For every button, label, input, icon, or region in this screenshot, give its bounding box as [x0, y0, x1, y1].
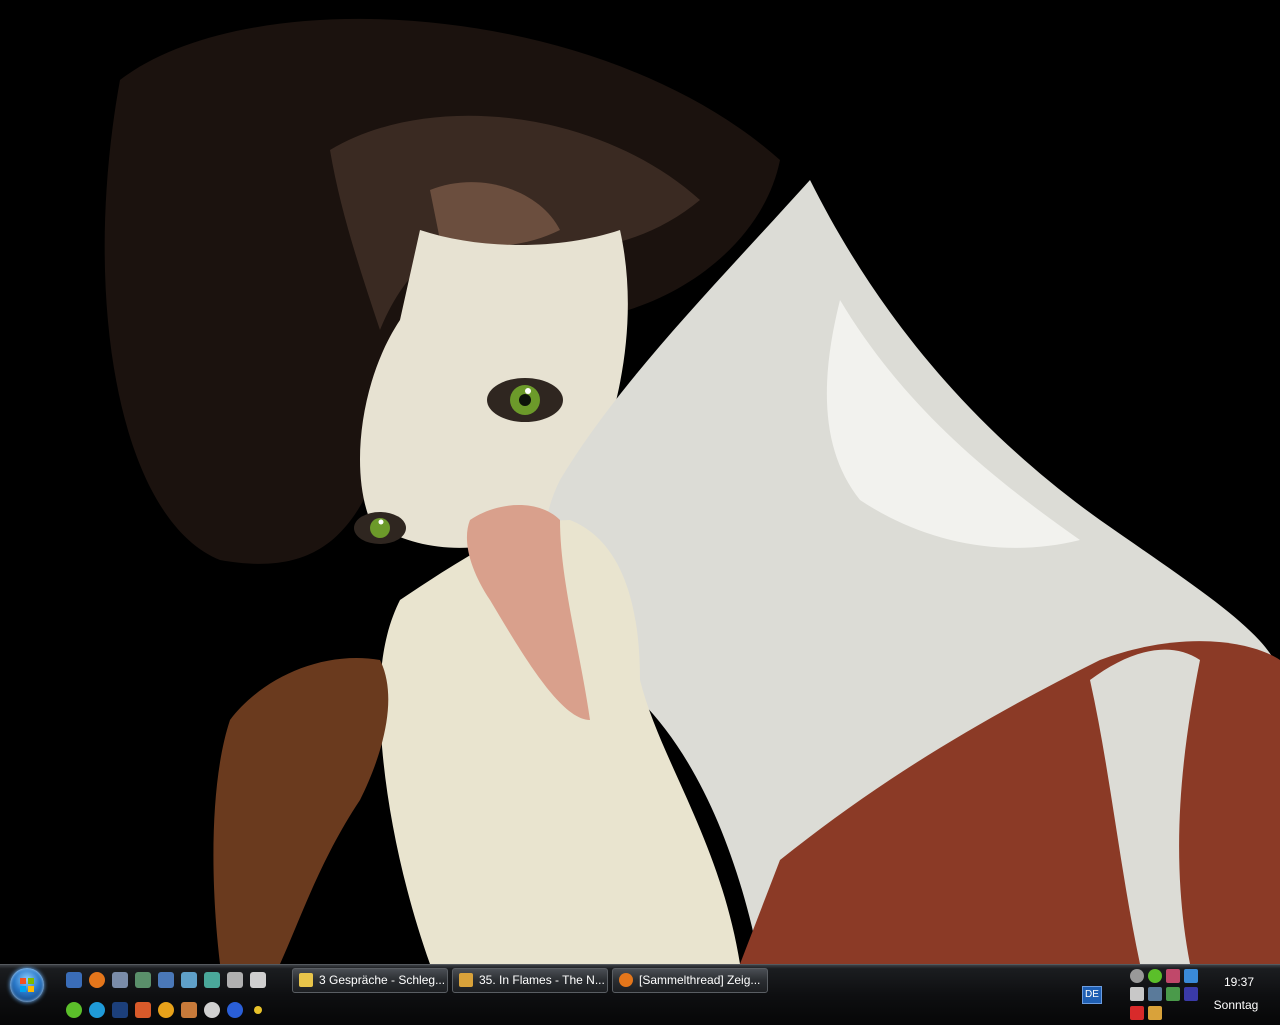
- paint-icon[interactable]: [135, 1002, 151, 1018]
- show-desktop-icon[interactable]: [66, 972, 82, 988]
- desktop-wallpaper: [0, 0, 1280, 964]
- task-label: 3 Gespräche - Schleg...: [319, 973, 446, 987]
- firefox-icon[interactable]: [89, 972, 105, 988]
- tray-security-icon[interactable]: [1166, 987, 1180, 1001]
- notepad-icon[interactable]: [135, 972, 151, 988]
- task-button-firefox[interactable]: [Sammelthread] Zeig...: [612, 968, 768, 993]
- wallpaper-illustration: [0, 0, 1280, 964]
- icq-icon[interactable]: [66, 1002, 82, 1018]
- steam-icon[interactable]: [227, 1002, 243, 1018]
- tray-display-icon[interactable]: [1148, 987, 1162, 1001]
- task-label: [Sammelthread] Zeig...: [639, 973, 761, 987]
- winamp-icon: [459, 973, 473, 987]
- tray-antivirus-icon[interactable]: [1130, 1006, 1144, 1020]
- thunderbird-icon[interactable]: [112, 972, 128, 988]
- skull-icon[interactable]: [227, 972, 243, 988]
- info-icon[interactable]: [158, 1002, 174, 1018]
- tray-winamp-icon[interactable]: [1148, 1006, 1162, 1020]
- tray-media-icon[interactable]: [1130, 969, 1144, 983]
- language-indicator[interactable]: DE: [1082, 986, 1102, 1004]
- task-label: 35. In Flames - The N...: [479, 973, 605, 987]
- tray-network-icon[interactable]: [1184, 969, 1198, 983]
- windows-logo-icon: [20, 978, 34, 992]
- tray-update-icon[interactable]: [1184, 987, 1198, 1001]
- task-button-messenger[interactable]: 3 Gespräche - Schleg...: [292, 968, 448, 993]
- clock-time[interactable]: 19:37: [1214, 975, 1264, 989]
- firefox-icon: [619, 973, 633, 987]
- network-icon[interactable]: [181, 972, 197, 988]
- taskbar: 3 Gespräche - Schleg... 35. In Flames - …: [0, 964, 1280, 1025]
- task-button-winamp[interactable]: 35. In Flames - The N...: [452, 968, 608, 993]
- clock-day[interactable]: Sonntag: [1208, 998, 1264, 1012]
- disc-icon[interactable]: [204, 1002, 220, 1018]
- tray-icq-icon[interactable]: [1148, 969, 1162, 983]
- tray-app-icon[interactable]: [1166, 969, 1180, 983]
- messenger-folder-icon: [299, 973, 313, 987]
- computer-icon[interactable]: [158, 972, 174, 988]
- tool-icon[interactable]: [181, 1002, 197, 1018]
- skype-icon[interactable]: [89, 1002, 105, 1018]
- recycle-icon[interactable]: [204, 972, 220, 988]
- start-button[interactable]: [10, 968, 44, 1002]
- skull2-icon[interactable]: [250, 972, 266, 988]
- tray-volume-icon[interactable]: [1130, 987, 1144, 1001]
- dots-icon[interactable]: [254, 1006, 262, 1014]
- photoshop-icon[interactable]: [112, 1002, 128, 1018]
